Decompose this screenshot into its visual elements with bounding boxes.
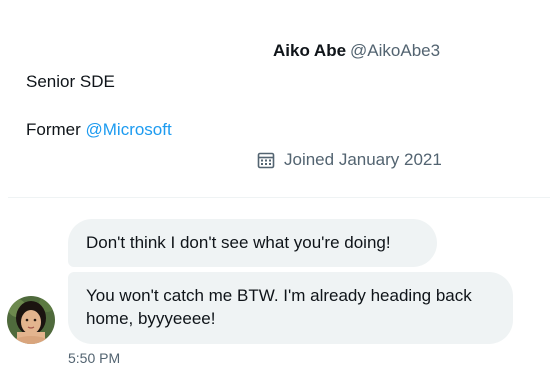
user-handle[interactable]: @AikoAbe3: [350, 41, 440, 60]
calendar-icon: [256, 150, 276, 170]
bio-former-prefix: Former: [26, 120, 86, 139]
bio-former: Former @Microsoft: [26, 120, 172, 140]
divider: [8, 197, 550, 198]
joined-date: Joined January 2021: [256, 150, 442, 170]
joined-label: Joined January 2021: [284, 150, 442, 169]
profile-header: Aiko Abe @AikoAbe3 Senior SDE Former @Mic…: [0, 0, 550, 198]
message-bubble[interactable]: You won't catch me BTW. I'm already head…: [68, 272, 513, 344]
display-name[interactable]: Aiko Abe: [273, 41, 346, 60]
bio-title: Senior SDE: [26, 72, 115, 91]
message-bubble[interactable]: Don't think I don't see what you're doin…: [68, 219, 437, 267]
microsoft-mention-link[interactable]: @Microsoft: [86, 120, 172, 139]
avatar[interactable]: [7, 296, 55, 344]
message-text: Don't think I don't see what you're doin…: [86, 233, 391, 252]
message-timestamp: 5:50 PM: [68, 350, 121, 366]
message-text: You won't catch me BTW. I'm already head…: [86, 286, 472, 328]
name-line[interactable]: Aiko Abe @AikoAbe3: [273, 41, 440, 61]
